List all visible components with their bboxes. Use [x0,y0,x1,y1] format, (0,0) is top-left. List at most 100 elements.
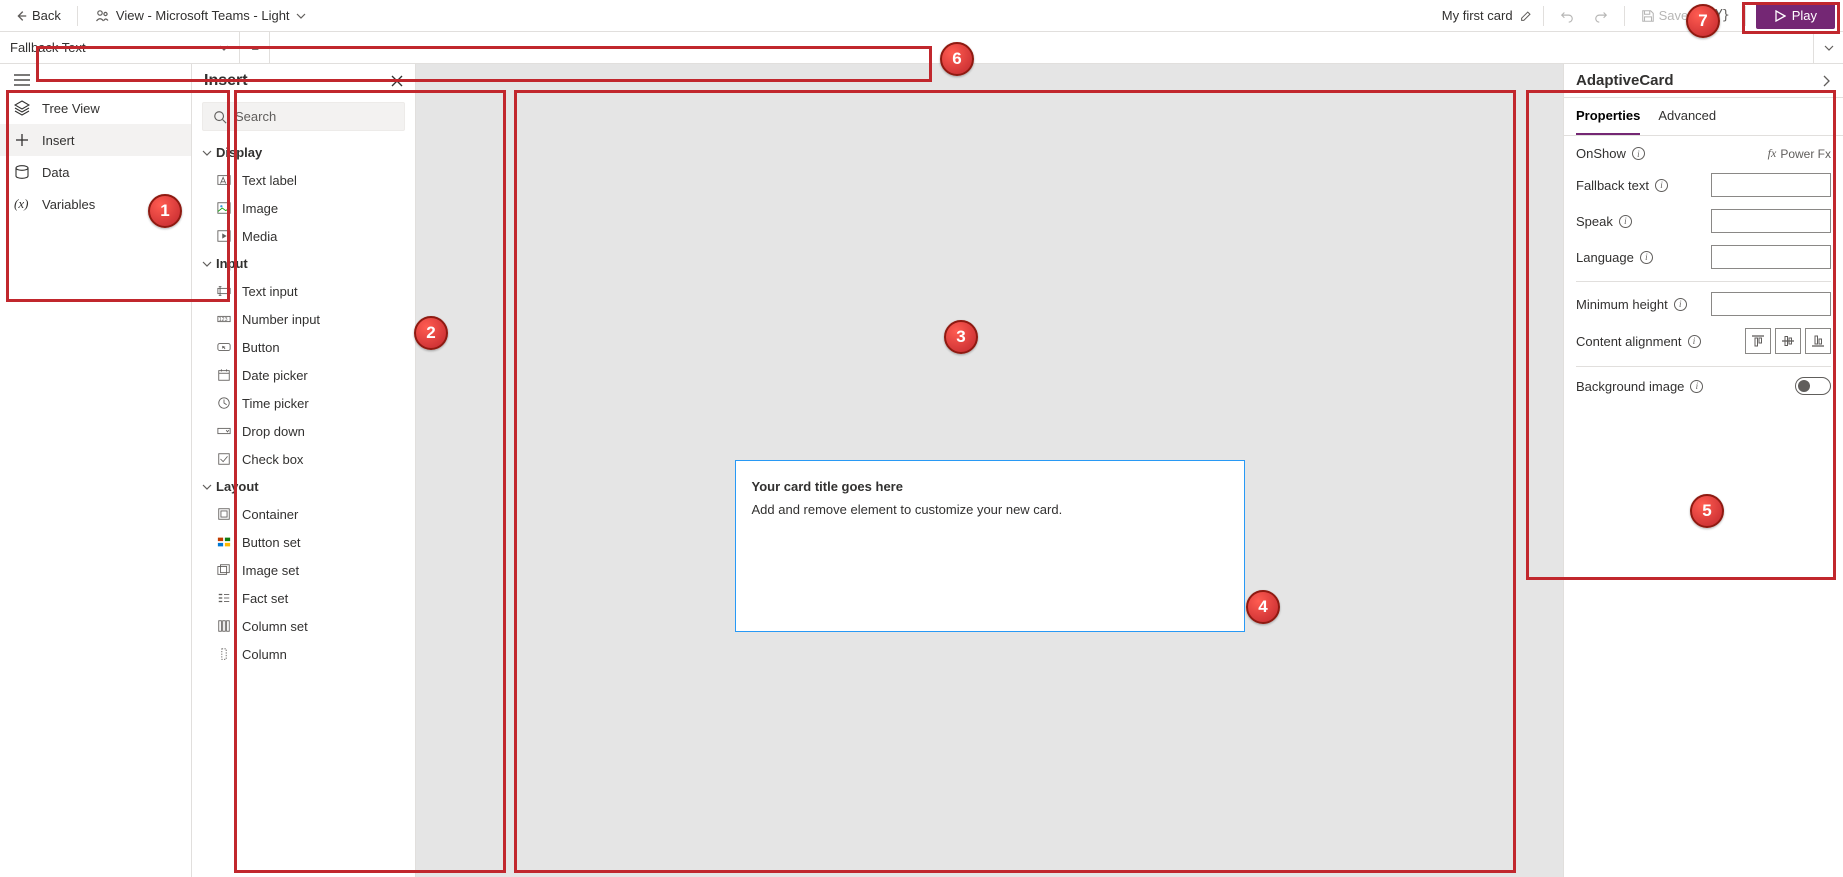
formula-bar: Fallback Text = [0,32,1843,64]
search-icon [213,110,227,124]
redo-icon [1594,9,1608,23]
card-preview[interactable]: Your card title goes here Add and remove… [735,460,1245,632]
rail-insert[interactable]: Insert [0,124,191,156]
chevron-down-icon [202,148,212,158]
item-text-input[interactable]: Text input [192,277,415,305]
item-label: Number input [242,312,320,327]
media-icon [216,228,232,244]
insert-search[interactable]: Search [202,102,405,131]
item-fact-set[interactable]: Fact set [192,584,415,612]
card-title: Your card title goes here [752,479,1228,494]
language-input[interactable] [1711,245,1831,269]
layers-icon [14,100,30,116]
group-input[interactable]: Input [192,250,415,277]
info-icon[interactable]: i [1640,251,1653,264]
factset-icon [216,590,232,606]
calendar-icon [216,367,232,383]
info-icon[interactable]: i [1674,298,1687,311]
rail-data[interactable]: Data [0,156,191,188]
item-number-input[interactable]: 123 Number input [192,305,415,333]
group-layout[interactable]: Layout [192,473,415,500]
item-container[interactable]: Container [192,500,415,528]
item-text-label[interactable]: Text label [192,166,415,194]
divider [1745,6,1746,26]
chevron-down-icon [202,259,212,269]
callout-2: 2 [414,316,448,350]
powerfx-link[interactable]: fxPower Fx [1768,146,1831,161]
align-middle-icon [1781,334,1795,348]
item-date-picker[interactable]: Date picker [192,361,415,389]
item-drop-down[interactable]: Drop down [192,417,415,445]
speak-input[interactable] [1711,209,1831,233]
info-icon[interactable]: i [1690,380,1703,393]
item-label: Button set [242,535,301,550]
arrow-left-icon [14,9,28,23]
undo-button[interactable] [1554,5,1580,27]
card-name: My first card [1442,8,1533,23]
back-button[interactable]: Back [8,6,67,25]
redo-button[interactable] [1588,5,1614,27]
item-check-box[interactable]: Check box [192,445,415,473]
chevron-down-icon [219,43,229,53]
formula-expand-button[interactable] [1813,32,1843,63]
item-label: Fact set [242,591,288,606]
chevron-right-icon[interactable] [1821,75,1831,87]
item-media[interactable]: Media [192,222,415,250]
hamburger-button[interactable] [0,68,191,92]
prop-speak-label: Speak [1576,214,1613,229]
button-icon [216,339,232,355]
min-height-input[interactable] [1711,292,1831,316]
container-icon [216,506,232,522]
info-icon[interactable]: i [1655,179,1668,192]
item-column[interactable]: Column [192,640,415,668]
tab-advanced[interactable]: Advanced [1658,98,1716,135]
left-rail: Tree View Insert Data (x) Variables [0,64,192,877]
close-icon[interactable] [391,75,403,87]
callout-1: 1 [148,194,182,228]
fallback-text-input[interactable] [1711,173,1831,197]
play-button[interactable]: Play [1756,2,1835,29]
hamburger-icon [14,74,30,86]
prop-minheight-label: Minimum height [1576,297,1668,312]
view-dropdown[interactable]: View - Microsoft Teams - Light [88,6,312,26]
svg-text:123: 123 [219,317,228,323]
rail-tree-view[interactable]: Tree View [0,92,191,124]
clock-icon [216,395,232,411]
view-label: View - Microsoft Teams - Light [116,8,290,23]
info-icon[interactable]: i [1688,335,1701,348]
callout-7: 7 [1686,4,1720,38]
item-label: Image set [242,563,299,578]
columnset-icon [216,618,232,634]
pencil-icon[interactable] [1519,9,1533,23]
item-button[interactable]: Button [192,333,415,361]
checkbox-icon [216,451,232,467]
database-icon [14,164,30,180]
info-icon[interactable]: i [1619,215,1632,228]
align-middle-button[interactable] [1775,328,1801,354]
canvas[interactable]: Your card title goes here Add and remove… [416,64,1563,877]
group-display[interactable]: Display [192,139,415,166]
item-column-set[interactable]: Column set [192,612,415,640]
save-icon [1641,9,1655,23]
align-top-button[interactable] [1745,328,1771,354]
align-bottom-button[interactable] [1805,328,1831,354]
align-bottom-icon [1811,334,1825,348]
item-button-set[interactable]: Button set [192,528,415,556]
prop-fallback-label: Fallback text [1576,178,1649,193]
formula-input[interactable] [270,32,1813,63]
item-label: Container [242,507,298,522]
item-time-picker[interactable]: Time picker [192,389,415,417]
tab-properties[interactable]: Properties [1576,98,1640,135]
plus-icon [14,132,30,148]
prop-onshow-label: OnShow [1576,146,1626,161]
info-icon[interactable]: i [1632,147,1645,160]
item-label: Button [242,340,280,355]
item-label: Column [242,647,287,662]
fx-equals-button[interactable]: = [240,32,270,63]
bgimage-toggle[interactable] [1795,377,1831,395]
item-image[interactable]: Image [192,194,415,222]
property-dropdown[interactable]: Fallback Text [0,32,240,63]
item-image-set[interactable]: Image set [192,556,415,584]
buttonset-icon [216,534,232,550]
divider [1624,6,1625,26]
